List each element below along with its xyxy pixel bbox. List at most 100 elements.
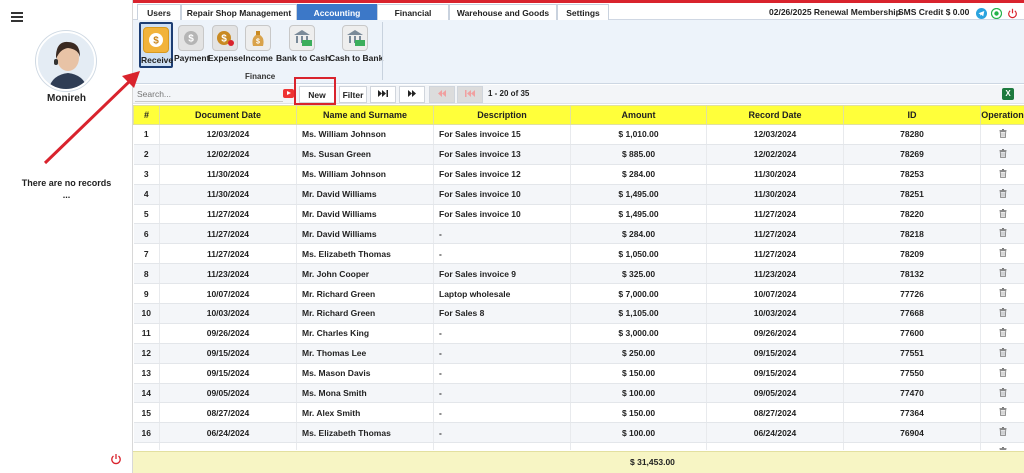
cell-operation xyxy=(980,164,1024,185)
tab-financial-reports[interactable]: Financial Reports xyxy=(377,4,449,34)
first-page-button[interactable] xyxy=(457,86,483,103)
column-header-document-date[interactable]: Document Date xyxy=(159,105,297,125)
ribbon-toolbar: $ Receive $ Payment $ Expense $ Income B… xyxy=(133,20,1024,84)
table-row[interactable]: 13 09/15/2024 Ms. Mason Davis - $ 150.00 09/1… xyxy=(133,363,1024,384)
tab-repair-shop-management[interactable]: Repair Shop Management xyxy=(181,4,297,20)
table-row[interactable]: 8 11/23/2024 Mr. John Cooper For Sales invo… xyxy=(133,263,1024,285)
cell-operation xyxy=(980,402,1024,424)
video-help-icon[interactable] xyxy=(283,89,294,98)
tab-users[interactable]: Users xyxy=(137,4,181,20)
payment-button[interactable]: $ Payment xyxy=(174,22,209,68)
cell-amount: $ 250.00 xyxy=(570,343,707,364)
cell-record-id: 77668 xyxy=(843,303,981,324)
logout-icon[interactable] xyxy=(1007,8,1018,19)
cell-operation xyxy=(980,243,1024,265)
records-table-container[interactable]: # Document Date Name and Surname Descrip… xyxy=(133,105,1024,450)
table-row[interactable]: 7 11/27/2024 Ms. Elizabeth Thomas - $ 1,050.… xyxy=(133,243,1024,265)
table-row[interactable]: 1706/24/2024Mr. Michael Adams-$ 2,500.00… xyxy=(133,442,1024,450)
cell-row-number: 6 xyxy=(133,223,160,245)
table-row[interactable]: 12 09/15/2024 Mr. Thomas Lee - $ 250.00 09/15… xyxy=(133,343,1024,364)
delete-icon[interactable] xyxy=(999,327,1007,337)
expense-button[interactable]: $ Expense xyxy=(208,22,243,68)
column-header-description[interactable]: Description xyxy=(433,105,571,125)
delete-icon[interactable] xyxy=(999,188,1007,198)
delete-icon[interactable] xyxy=(999,208,1007,218)
delete-icon[interactable] xyxy=(999,347,1007,357)
tab-warehouse-and-goods[interactable]: Warehouse and Goods xyxy=(449,4,557,20)
table-row[interactable]: 16 06/24/2024 Ms. Elizabeth Thomas - $ 100.0… xyxy=(133,422,1024,444)
bank-to-cash-button[interactable]: Bank to Cash xyxy=(276,22,330,68)
cell-amount: $ 100.00 xyxy=(570,383,707,404)
table-row[interactable]: 9 10/07/2024 Mr. Richard Green Laptop whole… xyxy=(133,283,1024,305)
cell-record-id: 76897 xyxy=(843,442,981,450)
column-header-amount[interactable]: Amount xyxy=(570,105,707,125)
renewal-membership[interactable]: 02/26/2025 Renewal Membership xyxy=(769,7,901,17)
cell-row-number: 12 xyxy=(133,343,160,364)
cell-operation xyxy=(980,263,1024,285)
filter-button[interactable]: Filter xyxy=(339,86,367,103)
menu-icon[interactable] xyxy=(11,12,23,22)
table-row[interactable]: 6 11/27/2024 Mr. David Williams - $ 284.00 11… xyxy=(133,223,1024,245)
power-icon[interactable] xyxy=(110,453,122,465)
cell-row-number: 15 xyxy=(133,402,160,424)
column-header-record-date[interactable]: Record Date xyxy=(706,105,844,125)
cash-to-bank-button[interactable]: Cash to Bank xyxy=(329,22,383,68)
receive-button[interactable]: $ Receive xyxy=(139,22,173,68)
new-button[interactable]: New xyxy=(299,86,335,103)
table-row[interactable]: 1 12/03/2024 Ms. William Johnson For Sales … xyxy=(133,124,1024,145)
delete-icon[interactable] xyxy=(999,307,1007,317)
table-row[interactable]: 10 10/03/2024 Mr. Richard Green For Sales 8… xyxy=(133,303,1024,324)
delete-icon[interactable] xyxy=(999,387,1007,397)
cell-name-and-surname: Mr. Thomas Lee xyxy=(296,343,434,364)
cell-record-date: 08/27/2024 xyxy=(706,402,844,424)
column-header-number[interactable]: # xyxy=(133,105,160,125)
telegram-icon[interactable] xyxy=(976,8,987,19)
whatsapp-icon[interactable] xyxy=(991,8,1002,19)
delete-icon[interactable] xyxy=(999,128,1007,138)
table-row[interactable]: 14 09/05/2024 Ms. Mona Smith - $ 100.00 09/05… xyxy=(133,383,1024,404)
cell-operation xyxy=(980,184,1024,205)
receive-icon: $ xyxy=(143,27,169,53)
delete-icon[interactable] xyxy=(999,288,1007,298)
delete-icon[interactable] xyxy=(999,367,1007,377)
delete-icon[interactable] xyxy=(999,407,1007,417)
cell-description: - xyxy=(433,223,571,245)
cell-name-and-surname: Mr. Charles King xyxy=(296,323,434,344)
delete-icon[interactable] xyxy=(999,168,1007,178)
cell-name-and-surname: Ms. Elizabeth Thomas xyxy=(296,243,434,265)
delete-icon[interactable] xyxy=(999,427,1007,437)
tab-accounting[interactable]: Accounting xyxy=(297,4,377,20)
cell-document-date: 06/24/2024 xyxy=(159,422,297,444)
table-row[interactable]: 2 12/02/2024 Ms. Susan Green For Sales invo… xyxy=(133,144,1024,165)
cell-record-id: 78269 xyxy=(843,144,981,165)
cell-name-and-surname: Ms. Mason Davis xyxy=(296,363,434,384)
delete-icon[interactable] xyxy=(999,268,1007,278)
table-row[interactable]: 11 09/26/2024 Mr. Charles King - $ 3,000.00 0… xyxy=(133,323,1024,344)
tab-settings[interactable]: Settings xyxy=(557,4,609,20)
cell-document-date: 09/15/2024 xyxy=(159,343,297,364)
delete-icon[interactable] xyxy=(999,447,1007,450)
last-page-button[interactable] xyxy=(370,86,396,103)
table-row[interactable]: 15 08/27/2024 Mr. Alex Smith - $ 150.00 08/27… xyxy=(133,402,1024,424)
delete-icon[interactable] xyxy=(999,148,1007,158)
cell-record-id: 78280 xyxy=(843,124,981,145)
delete-icon[interactable] xyxy=(999,248,1007,258)
cell-name-and-surname: Mr. Richard Green xyxy=(296,283,434,305)
column-header-id[interactable]: ID xyxy=(843,105,981,125)
cell-description: For Sales 8 xyxy=(433,303,571,324)
avatar[interactable] xyxy=(36,31,96,91)
table-row[interactable]: 4 11/30/2024 Mr. David Williams For Sales i… xyxy=(133,184,1024,205)
column-header-name[interactable]: Name and Surname xyxy=(296,105,434,125)
delete-icon[interactable] xyxy=(999,228,1007,238)
cell-row-number: 9 xyxy=(133,283,160,305)
cell-document-date: 12/03/2024 xyxy=(159,124,297,145)
cell-row-number: 7 xyxy=(133,243,160,265)
table-row[interactable]: 5 11/27/2024 Mr. David Williams For Sales i… xyxy=(133,204,1024,225)
search-input[interactable] xyxy=(135,87,283,102)
cell-operation xyxy=(980,144,1024,165)
income-button[interactable]: $ Income xyxy=(243,22,273,68)
excel-export-icon[interactable]: X xyxy=(1002,88,1014,100)
table-row[interactable]: 3 11/30/2024 Ms. William Johnson For Sales … xyxy=(133,164,1024,185)
next-page-button[interactable] xyxy=(399,86,425,103)
previous-page-button[interactable] xyxy=(429,86,455,103)
